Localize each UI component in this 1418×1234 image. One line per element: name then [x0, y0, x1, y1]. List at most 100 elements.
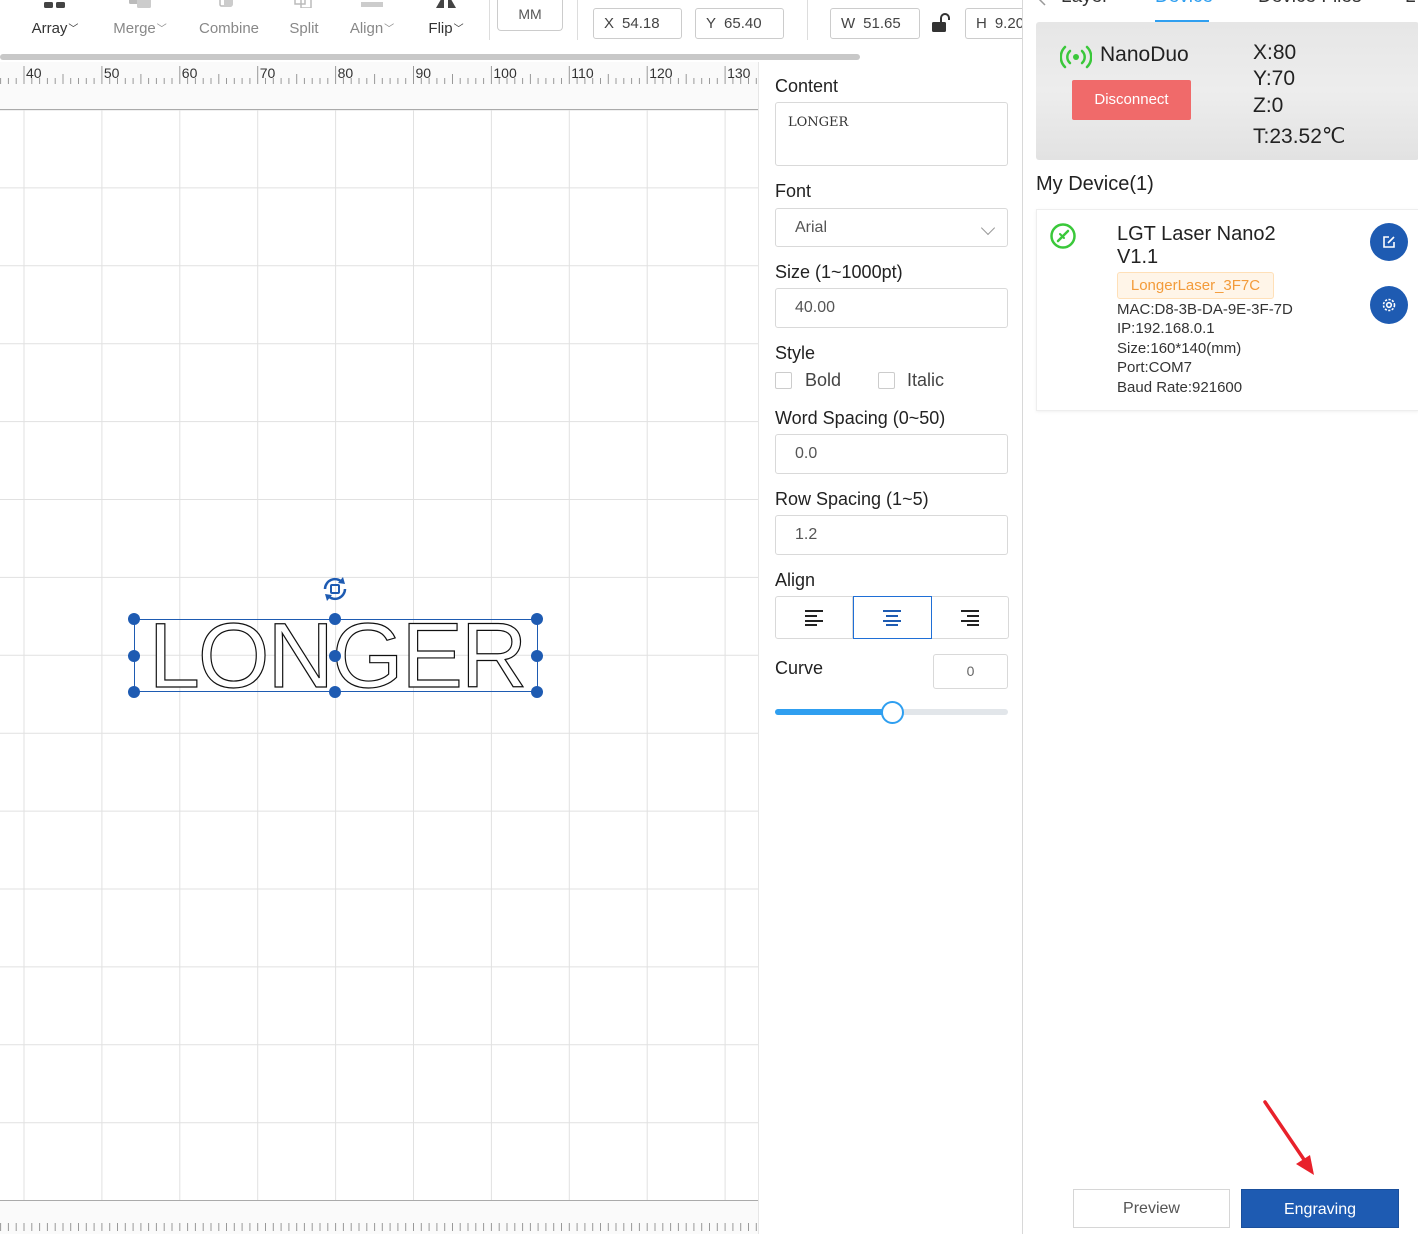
ruler-label: 70	[259, 65, 276, 81]
ruler-label: 120	[649, 65, 673, 81]
wireless-connected-icon	[1060, 45, 1092, 69]
ruler-label: 40	[26, 65, 42, 81]
coord-z: Z:0	[1253, 94, 1284, 117]
ruler-label: 50	[103, 65, 120, 81]
edit-device-button[interactable]	[1370, 223, 1408, 261]
curve-input[interactable]: 0	[933, 654, 1008, 689]
chevron-down-icon: ﹀	[156, 24, 167, 35]
preview-button[interactable]: Preview	[1073, 1189, 1230, 1228]
w-value: 51.65	[863, 15, 901, 32]
disconnect-button[interactable]: Disconnect	[1072, 80, 1191, 120]
resize-handle[interactable]	[531, 650, 543, 662]
device-mac: MAC:D8-3B-DA-9E-3F-7D	[1117, 301, 1293, 318]
flip-tool[interactable]: Flip﹀	[422, 0, 470, 44]
curve-slider[interactable]	[775, 701, 1008, 724]
word-spacing-input[interactable]: 0.0	[775, 434, 1008, 474]
resize-handle[interactable]	[531, 686, 543, 698]
split-tool[interactable]: Split	[284, 0, 324, 44]
device-settings-button[interactable]	[1370, 286, 1408, 324]
merge-icon	[129, 0, 151, 8]
h-key: H	[976, 15, 987, 32]
chevron-left-icon[interactable]	[1037, 0, 1047, 6]
size-label: Size (1~1000pt)	[775, 262, 903, 282]
work-canvas[interactable]: LONGER	[0, 110, 758, 1200]
align-center-button[interactable]	[853, 596, 932, 639]
tab-device-files[interactable]: Device Files	[1258, 0, 1361, 8]
combine-tool[interactable]: Combine	[196, 0, 262, 44]
font-select[interactable]: Arial	[775, 208, 1008, 247]
curve-label: Curve	[775, 658, 824, 678]
flip-icon	[436, 0, 456, 8]
size-input[interactable]: 40.00	[775, 288, 1008, 328]
device-panel: Layer Device Device Files L NanoDuo Disc…	[1022, 0, 1418, 1234]
coord-y: Y:70	[1253, 67, 1296, 90]
merge-tool[interactable]: Merge﹀	[108, 0, 172, 44]
horizontal-scrollbar[interactable]	[0, 54, 860, 60]
toolbar-divider	[577, 0, 578, 40]
align-right-button[interactable]	[932, 597, 1008, 638]
align-tool[interactable]: Align﹀	[344, 0, 400, 44]
device-card[interactable]: LGT Laser Nano2 V1.1 LongerLaser_3F7C MA…	[1036, 209, 1418, 411]
curve-slider-thumb[interactable]	[880, 701, 904, 724]
coord-x: X:80	[1253, 41, 1297, 64]
align-icon	[361, 2, 383, 7]
unit-toggle-button[interactable]: MM	[497, 0, 563, 31]
resize-handle[interactable]	[128, 686, 140, 698]
resize-handle[interactable]	[531, 613, 543, 625]
bottom-ruler-ticks	[0, 1223, 757, 1231]
align-label: Align	[349, 20, 384, 37]
y-key: Y	[706, 15, 717, 32]
temperature: T:23.52℃	[1253, 125, 1346, 148]
size-w-input[interactable]: W 51.65	[830, 8, 920, 39]
connection-status-card: NanoDuo Disconnect X:80 Y:70 Z:0 T:23.52…	[1036, 22, 1418, 160]
chevron-down-icon: ﹀	[453, 24, 464, 35]
resize-handle[interactable]	[329, 686, 341, 698]
my-device-title: My Device(1)	[1036, 173, 1154, 195]
font-value: Arial	[795, 219, 828, 236]
array-tool[interactable]: Array﹀	[26, 0, 84, 44]
device-baud-rate: Baud Rate:921600	[1117, 379, 1243, 396]
gear-icon	[1382, 298, 1396, 312]
align-left-button[interactable]	[776, 597, 854, 638]
resize-handle[interactable]	[329, 613, 341, 625]
ruler-label: 60	[181, 65, 198, 81]
w-key: W	[841, 15, 856, 32]
edit-icon	[1383, 236, 1395, 248]
device-model: LGT Laser Nano2 V1.1	[1117, 223, 1276, 268]
chevron-down-icon: ﹀	[68, 24, 79, 35]
text-align-group	[775, 596, 1009, 639]
tab-layer[interactable]: Layer	[1061, 0, 1109, 8]
italic-checkbox[interactable]	[878, 372, 895, 389]
split-label: Split	[289, 20, 319, 37]
top-ruler: 40 50 60 70 80 90 100 110 120 130	[0, 62, 758, 110]
position-y-input[interactable]: Y 65.40	[695, 8, 784, 39]
toolbar-divider	[807, 0, 808, 40]
rotate-handle-icon[interactable]	[319, 573, 351, 605]
row-spacing-input[interactable]: 1.2	[775, 515, 1008, 555]
tab-more[interactable]: L	[1405, 0, 1416, 8]
unlock-icon[interactable]	[930, 12, 952, 34]
app-window: Array﹀ Merge﹀ Combine Split Align﹀ Flip﹀…	[0, 0, 1418, 1234]
ruler-label: 90	[415, 65, 432, 81]
bold-checkbox[interactable]	[775, 372, 792, 389]
engraving-button[interactable]: Engraving	[1241, 1189, 1399, 1228]
tab-device[interactable]: Device	[1155, 0, 1213, 8]
align-center-icon	[883, 609, 902, 626]
content-label: Content	[775, 76, 839, 96]
ruler-label: 100	[493, 65, 517, 81]
chevron-down-icon: ﹀	[384, 24, 395, 35]
device-ip: IP:192.168.0.1	[1117, 320, 1215, 337]
connected-device-name: NanoDuo	[1100, 43, 1189, 66]
toolbar-divider	[489, 0, 490, 40]
resize-handle[interactable]	[128, 650, 140, 662]
align-left-icon	[805, 609, 824, 626]
align-label: Align	[775, 570, 816, 590]
position-x-input[interactable]: X 54.18	[593, 8, 682, 39]
ruler-label: 130	[727, 65, 751, 81]
resize-handle[interactable]	[128, 613, 140, 625]
resize-handle[interactable]	[329, 650, 341, 662]
word-spacing-label: Word Spacing (0~50)	[775, 408, 946, 428]
merge-label: Merge	[113, 20, 156, 37]
annotation-arrow-icon	[1263, 1100, 1314, 1175]
content-textarea[interactable]: LONGER	[775, 102, 1008, 166]
